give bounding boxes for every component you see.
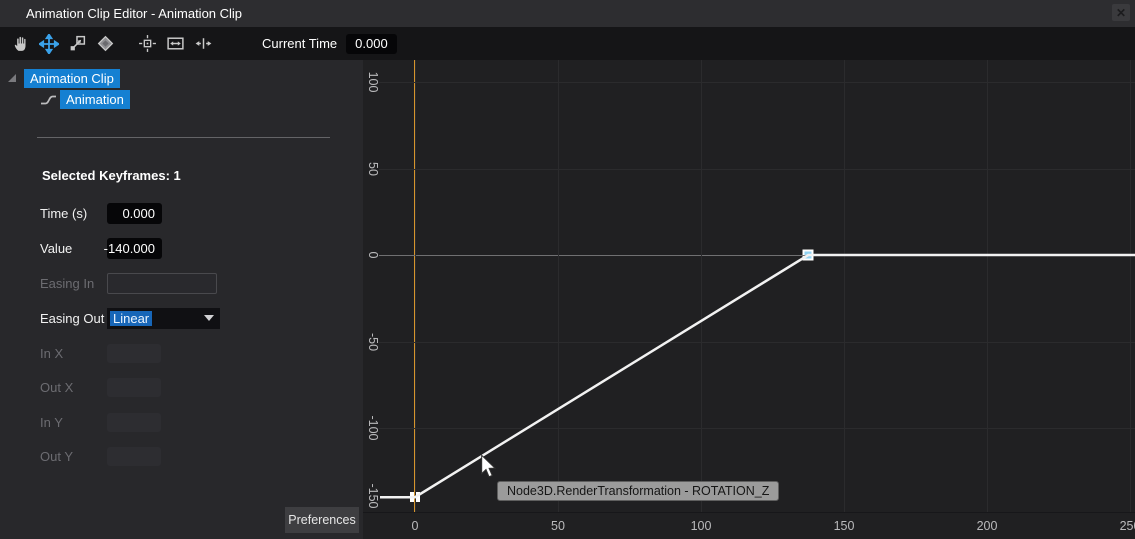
hand-icon	[12, 34, 31, 53]
gridline-horizontal	[379, 342, 1135, 343]
tree-item-animation-clip[interactable]: Animation Clip	[24, 69, 120, 88]
y-tick-label: -150	[366, 483, 380, 508]
x-tick-label: 150	[834, 519, 855, 533]
close-button[interactable]: ✕	[1112, 4, 1130, 21]
gridline-vertical	[558, 60, 559, 512]
preferences-button[interactable]: Preferences	[285, 507, 359, 533]
out-y-input	[107, 447, 161, 466]
value-label: Value	[40, 241, 107, 256]
current-time-label: Current Time	[262, 36, 337, 51]
selected-keyframes-count: 1	[174, 168, 181, 183]
tree-expander[interactable]	[7, 73, 17, 83]
fit-width-button[interactable]	[162, 31, 188, 57]
current-time-input[interactable]: 0.000	[346, 34, 397, 54]
x-tick-label: 0	[412, 519, 419, 533]
close-icon: ✕	[1116, 6, 1126, 20]
gridline-vertical	[701, 60, 702, 512]
animation-curve-icon	[40, 93, 57, 107]
x-tick-label: 50	[551, 519, 565, 533]
zero-axis-line	[379, 255, 1135, 256]
gridline-vertical	[844, 60, 845, 512]
pan-tool-button[interactable]	[8, 31, 34, 57]
out-x-label: Out X	[40, 380, 107, 395]
animation-curve	[363, 60, 1135, 512]
fit-width-icon	[166, 34, 185, 53]
keyframe-diamond-icon	[96, 34, 115, 53]
time-input[interactable]: 0.000	[107, 203, 162, 224]
in-y-label: In Y	[40, 415, 107, 430]
out-x-input	[107, 378, 161, 397]
chevron-down-icon	[204, 315, 214, 321]
easing-out-label: Easing Out	[40, 311, 107, 326]
center-playhead-button[interactable]	[134, 31, 160, 57]
in-x-input	[107, 344, 161, 363]
gridline-vertical	[987, 60, 988, 512]
gridline-vertical	[415, 60, 416, 512]
gridline-horizontal	[379, 169, 1135, 170]
easing-out-dropdown[interactable]: Linear	[107, 308, 220, 329]
in-y-input	[107, 413, 161, 432]
x-tick-label: 200	[977, 519, 998, 533]
panel-divider	[37, 137, 330, 138]
x-tick-label: 250	[1120, 519, 1135, 533]
y-tick-label: 0	[366, 252, 380, 259]
y-tick-label: -50	[366, 332, 380, 350]
gridline-vertical	[1130, 60, 1131, 512]
y-tick-label: 100	[366, 72, 380, 93]
gridline-horizontal	[379, 428, 1135, 429]
toolbar: Current Time 0.000	[0, 27, 1135, 60]
gridline-horizontal	[379, 82, 1135, 83]
scale-tool-button[interactable]	[64, 31, 90, 57]
time-label: Time (s)	[40, 206, 107, 221]
titlebar: Animation Clip Editor - Animation Clip ✕	[0, 0, 1135, 27]
easing-in-input	[107, 273, 217, 294]
property-tooltip: Node3D.RenderTransformation - ROTATION_Z	[497, 481, 779, 501]
properties-panel: Animation Clip Animation Selected Keyfra…	[0, 60, 363, 539]
expander-triangle-icon	[7, 73, 17, 83]
center-target-icon	[138, 34, 157, 53]
out-y-label: Out Y	[40, 449, 107, 464]
move-tool-button[interactable]	[36, 31, 62, 57]
window-title: Animation Clip Editor - Animation Clip	[26, 6, 242, 21]
scale-icon	[68, 34, 87, 53]
x-tick-label: 100	[691, 519, 712, 533]
move-arrows-icon	[39, 34, 59, 54]
y-tick-label: -100	[366, 415, 380, 440]
tree-item-animation[interactable]: Animation	[60, 90, 130, 109]
easing-in-label: Easing In	[40, 276, 107, 291]
axis-separator	[363, 512, 1135, 513]
stretch-keys-button[interactable]	[190, 31, 216, 57]
spread-arrows-icon	[194, 34, 213, 53]
mouse-cursor	[479, 454, 497, 478]
keyframe-tool-button[interactable]	[92, 31, 118, 57]
selected-keyframes-text: Selected Keyframes: 1	[42, 168, 181, 183]
y-tick-label: 50	[366, 162, 380, 176]
curve-canvas[interactable]: -150 -100 -50 0 50 100 250 200 150 100 50 0 Node3D.…	[363, 60, 1135, 539]
easing-out-value: Linear	[110, 311, 152, 326]
value-input[interactable]: -140.000	[107, 238, 162, 259]
in-x-label: In X	[40, 346, 107, 361]
